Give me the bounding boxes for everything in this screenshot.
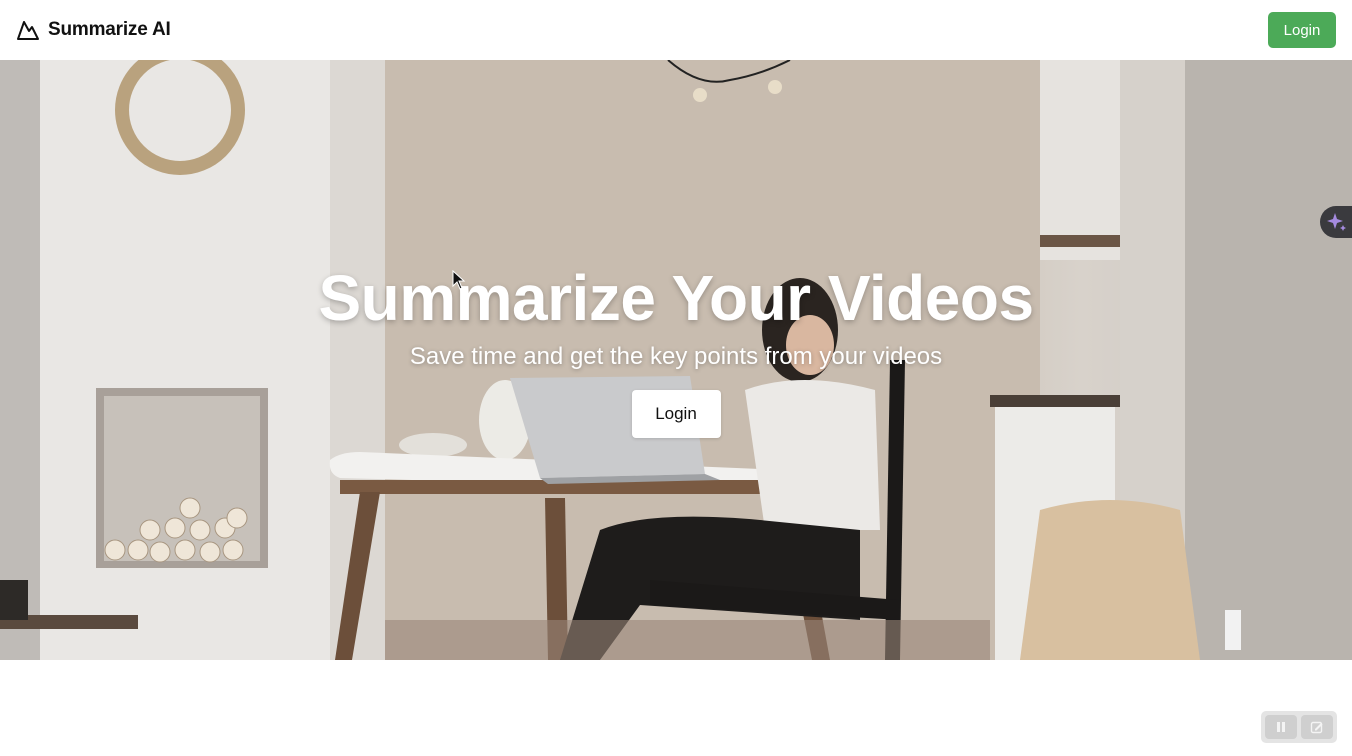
- pause-icon: [1277, 722, 1285, 732]
- pause-button[interactable]: [1265, 715, 1297, 739]
- recorder-controls: [1261, 711, 1337, 743]
- brand-name: Summarize AI: [48, 19, 171, 40]
- hero-content: Summarize Your Videos Save time and get …: [0, 260, 1352, 438]
- hero-section: Summarize Your Videos Save time and get …: [0, 60, 1352, 660]
- hero-title: Summarize Your Videos: [318, 262, 1034, 334]
- ai-assist-tab[interactable]: [1320, 206, 1352, 238]
- hero-subtitle: Save time and get the key points from yo…: [409, 343, 943, 370]
- mountain-icon: [17, 21, 39, 40]
- sparkle-icon: [1327, 213, 1346, 231]
- brand[interactable]: Summarize AI: [16, 18, 171, 42]
- edit-icon: [1310, 721, 1323, 734]
- nav-login-button[interactable]: Login: [1268, 12, 1336, 48]
- hero-login-button[interactable]: Login: [631, 390, 721, 438]
- mouse-cursor-icon: [452, 270, 466, 290]
- navbar: Summarize AI Login: [0, 0, 1352, 60]
- edit-button[interactable]: [1301, 715, 1333, 739]
